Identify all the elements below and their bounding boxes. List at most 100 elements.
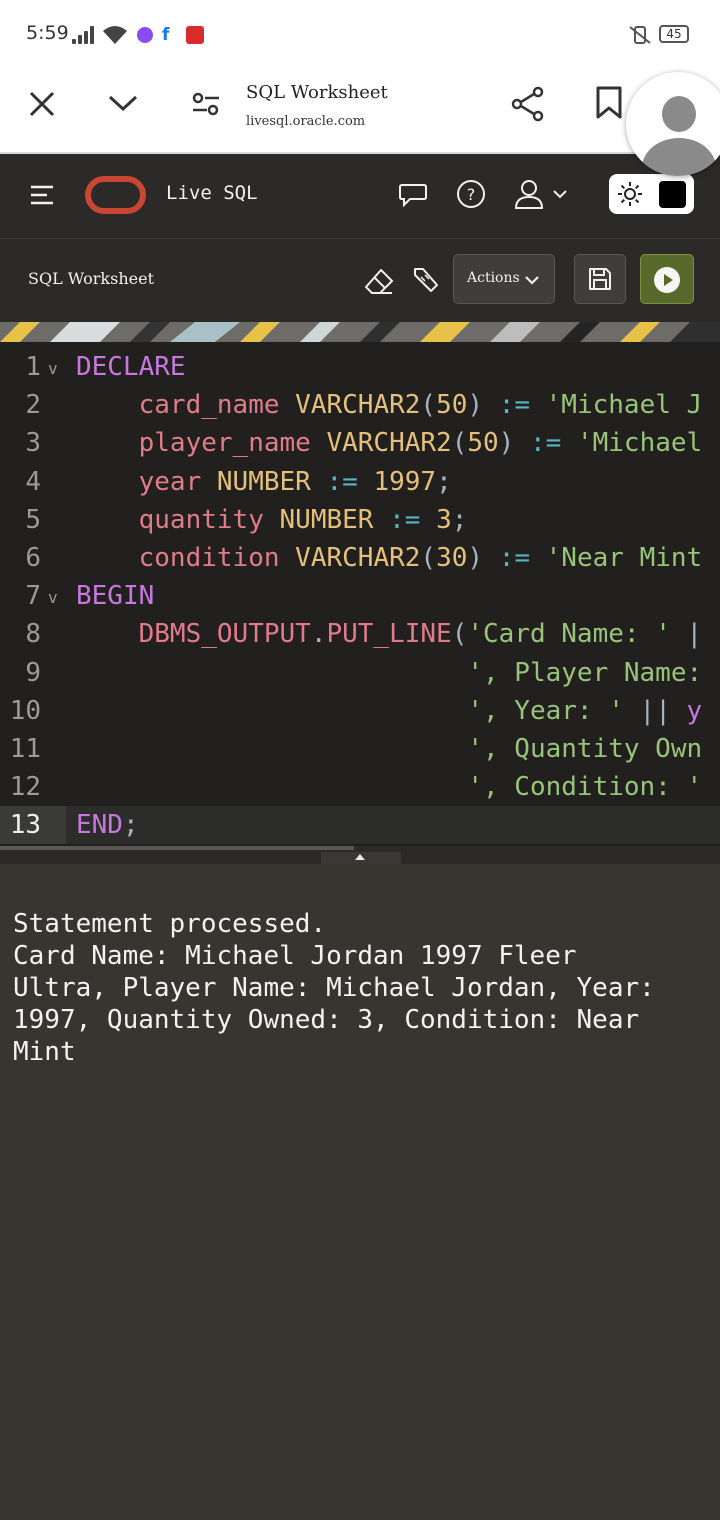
format-icon[interactable] [411,265,441,295]
code-line[interactable]: 5 quantity NUMBER := 3; [0,501,720,539]
dark-mode-swatch[interactable] [659,181,686,208]
code-token: ; [122,810,139,841]
code-token: := [529,428,562,459]
save-icon [589,268,611,290]
share-icon[interactable] [510,86,546,122]
browser-url[interactable]: livesql.oracle.com [246,114,365,129]
page-settings-icon[interactable] [191,90,221,118]
chevron-down-icon[interactable] [107,92,139,114]
browser-toolbar: SQL Worksheet livesql.oracle.com [0,70,720,154]
user-icon[interactable] [513,178,571,210]
code-token: ( [451,619,468,650]
code-token: 50 [467,428,499,459]
line-number: 10 [9,695,41,726]
code-token: BEGIN [76,581,155,612]
code-line[interactable]: 8 DBMS_OUTPUT.PUT_LINE('Card Name: ' | [0,615,720,653]
wifi-icon [103,26,127,44]
code-text: DECLARE [76,348,186,386]
script-output-panel: Statement processed. Card Name: Michael … [0,864,720,1520]
code-line[interactable]: 7 v BEGIN [0,577,720,615]
code-token: := [498,390,530,421]
code-line[interactable]: 2 card_name VARCHAR2(50) := 'Michael J [0,386,720,424]
app-notification-icon [186,26,204,44]
line-number: 12 [9,772,41,803]
fold-toggle-icon[interactable]: v [48,350,58,388]
code-token: ', Quantity Own [467,734,703,764]
line-number: 9 [25,657,41,688]
line-number: 7 [25,581,41,612]
code-text: quantity NUMBER := 3; [76,501,468,539]
code-token: 'Michael J [545,390,703,421]
chat-icon[interactable] [398,182,428,208]
code-token: := [326,466,358,497]
code-line[interactable]: 13 END; [0,806,720,845]
code-token: DECLARE [76,352,186,382]
decorative-banner [0,322,720,342]
code-line[interactable]: 4 year NUMBER := 1997; [0,463,720,501]
code-token: VARCHAR2 [295,390,421,421]
code-line[interactable]: 11 ', Quantity Own [0,730,720,768]
line-number: 11 [9,734,41,764]
help-icon[interactable]: ? [456,179,486,209]
code-line[interactable]: 3 player_name VARCHAR2(50) := 'Michael [0,424,720,462]
vibrate-mute-icon [629,26,651,44]
code-token: := [389,504,421,535]
code-token: ', Year: ' [467,695,624,726]
code-line[interactable]: 6 condition VARCHAR2(30) := 'Near Mint [0,539,720,577]
run-button[interactable] [640,254,694,304]
code-line[interactable]: 9 ', Player Name: [0,654,720,692]
bookmark-icon[interactable] [595,86,623,120]
actions-menu-button[interactable]: Actions [453,254,555,304]
pane-splitter[interactable] [0,846,720,864]
code-text: ', Player Name: [76,654,702,692]
profile-avatar[interactable] [626,72,720,176]
code-token: 'Near Mint [545,543,703,573]
code-text: BEGIN [76,577,154,615]
hamburger-menu-icon[interactable] [29,184,57,206]
fold-toggle-icon[interactable]: v [48,579,58,617]
code-editor[interactable]: 1 v DECLARE 2 card_name VARCHAR2(50) := 'Mi… [0,342,720,846]
code-token: || [639,695,671,726]
line-number: 8 [25,619,41,650]
line-number: 6 [25,543,41,573]
chevron-down-icon [525,276,539,285]
code-token: ) [467,390,484,421]
code-token: year [138,466,202,497]
code-token: ) [498,428,515,459]
line-number: 3 [25,428,41,459]
code-token: ; [451,504,468,535]
theme-toggle[interactable] [609,174,694,214]
code-text: DBMS_OUTPUT.PUT_LINE('Card Name: ' | [76,615,703,653]
code-token: ) [467,543,484,573]
collapse-up-icon[interactable] [354,853,366,861]
close-icon[interactable] [28,90,56,118]
code-token: 3 [436,504,452,535]
code-token: ( [451,428,468,459]
eraser-icon[interactable] [364,267,394,295]
save-button[interactable] [574,254,626,304]
code-text: year NUMBER := 1997; [76,463,452,501]
code-line[interactable]: 10 ', Year: ' || y [0,692,720,730]
code-token: condition [138,543,280,573]
code-text: END; [76,806,139,844]
code-line[interactable]: 12 ', Condition: ' [0,768,720,806]
code-line[interactable]: 1 v DECLARE [0,348,720,386]
sun-icon[interactable] [617,181,643,207]
oracle-logo [85,176,146,214]
horizontal-scrollbar[interactable] [0,846,354,850]
code-token: END [76,810,123,841]
code-token: 'Card Name: ' [467,619,671,650]
